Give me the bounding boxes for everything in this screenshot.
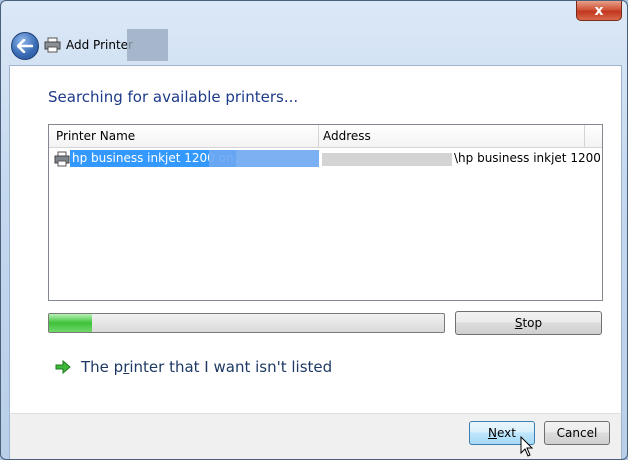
search-progress-bar: [48, 313, 445, 333]
list-header: Printer Name Address: [49, 125, 602, 148]
printer-icon: [54, 151, 70, 167]
close-icon: x: [594, 2, 604, 19]
progress-fill: [49, 314, 93, 332]
redacted-region: [209, 150, 319, 167]
column-header-printer-name[interactable]: Printer Name: [56, 129, 135, 143]
next-label: ext: [497, 426, 516, 440]
column-divider[interactable]: [584, 125, 585, 147]
column-divider[interactable]: [318, 125, 319, 147]
window-title: Add Printer: [66, 38, 133, 52]
cancel-button[interactable]: Cancel: [544, 421, 610, 445]
printer-not-listed-link[interactable]: The printer that I want isn't listed: [55, 358, 332, 376]
redacted-region: [322, 153, 452, 166]
stop-accelerator: S: [514, 316, 523, 330]
list-item[interactable]: hp business inkjet 1200 on \hp business …: [49, 148, 602, 170]
printer-list[interactable]: Printer Name Address hp business inkjet …: [48, 124, 603, 301]
mouse-cursor-icon: [520, 436, 534, 457]
page-heading: Searching for available printers...: [48, 88, 299, 106]
close-button[interactable]: x: [576, 1, 622, 21]
printer-icon: [44, 37, 61, 53]
green-arrow-icon: [55, 359, 71, 375]
printer-not-listed-label: The printer that I want isn't listed: [81, 358, 333, 376]
column-header-address[interactable]: Address: [323, 129, 371, 143]
stop-button[interactable]: Stop: [455, 311, 602, 335]
stop-label: top: [522, 316, 543, 330]
redacted-region: [127, 29, 168, 61]
content-panel: Searching for available printers... Prin…: [9, 65, 622, 414]
printer-address-cell: \hp business inkjet 1200: [454, 151, 601, 165]
back-button[interactable]: [11, 32, 39, 60]
back-arrow-icon: [17, 39, 33, 53]
add-printer-window: x Add Printer Searching for available pr…: [0, 0, 628, 460]
next-accelerator: N: [488, 426, 497, 440]
